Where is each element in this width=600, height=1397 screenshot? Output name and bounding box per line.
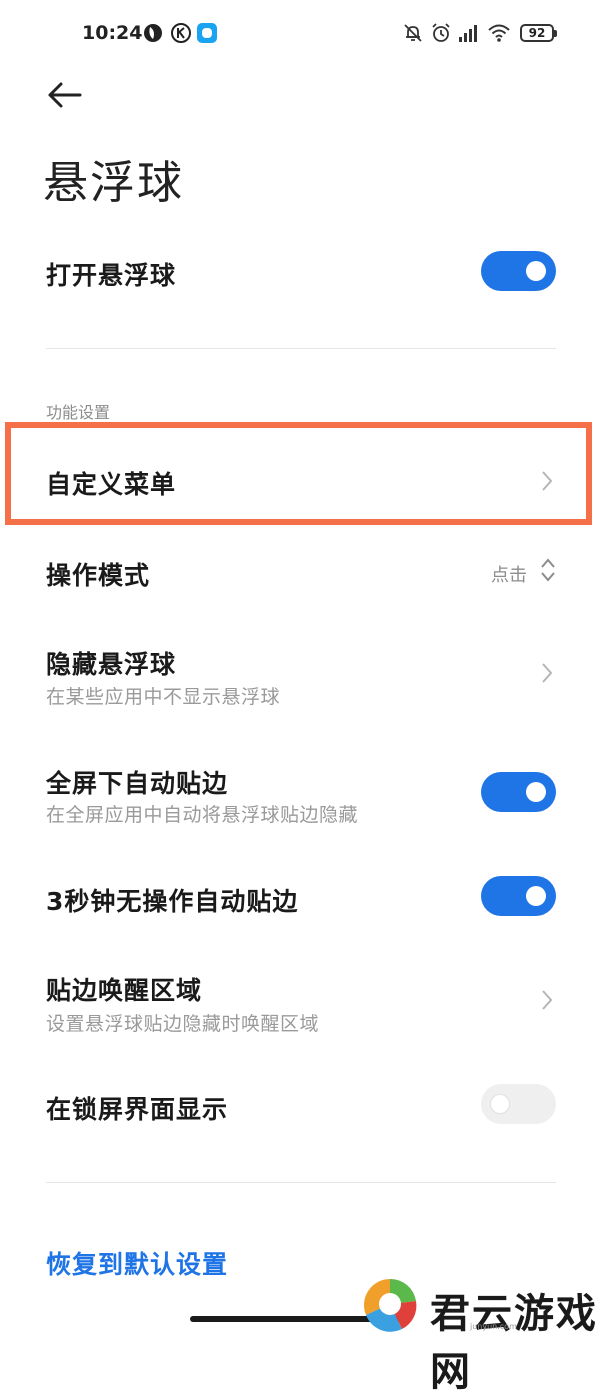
hide-ball-item[interactable]: 隐藏悬浮球 [46, 645, 176, 681]
status-time: 10:24 [82, 22, 143, 44]
battery-icon: 92 [520, 24, 557, 42]
message-app-icon [197, 23, 217, 43]
mute-bell-icon [404, 24, 422, 42]
wake-area-item[interactable]: 贴边唤醒区域 [46, 971, 202, 1007]
alarm-icon [432, 23, 450, 42]
divider [46, 348, 556, 349]
open-floating-ball-label: 打开悬浮球 [46, 261, 177, 290]
idle-edge-toggle[interactable] [481, 876, 556, 916]
hide-ball-subtitle: 在某些应用中不显示悬浮球 [46, 686, 281, 708]
watermark-subtext: junyun.com [470, 1322, 517, 1331]
k-app-icon [171, 23, 191, 43]
divider [46, 1182, 556, 1183]
watermark-text: 君云游戏网 [430, 1291, 598, 1395]
wake-area-subtitle: 设置悬浮球贴边隐藏时唤醒区域 [46, 1013, 320, 1035]
section-label: 功能设置 [46, 403, 111, 422]
wifi-icon [488, 24, 510, 42]
chevron-right-icon [542, 663, 553, 683]
back-arrow-icon[interactable] [44, 76, 88, 114]
idle-edge-label: 3秒钟无操作自动贴边 [46, 887, 299, 916]
lockscreen-toggle[interactable] [481, 1084, 556, 1124]
chevron-up-down-icon [541, 558, 555, 582]
open-floating-ball-toggle[interactable] [481, 251, 556, 291]
watermark-logo-icon [364, 1278, 417, 1332]
fullscreen-edge-subtitle: 在全屏应用中自动将悬浮球贴边隐藏 [46, 804, 359, 826]
custom-menu-item[interactable]: 自定义菜单 [46, 465, 176, 501]
lockscreen-label: 在锁屏界面显示 [46, 1095, 229, 1124]
chevron-right-icon [542, 990, 553, 1010]
restore-defaults-link[interactable]: 恢复到默认设置 [46, 1245, 228, 1281]
operation-mode-item[interactable]: 操作模式 [46, 556, 150, 592]
fullscreen-edge-toggle[interactable] [481, 772, 556, 812]
operation-mode-value[interactable]: 点击 [491, 561, 527, 587]
fullscreen-edge-label: 全屏下自动贴边 [46, 769, 229, 798]
signal-icon [459, 25, 477, 42]
page-title: 悬浮球 [43, 156, 185, 209]
moon-app-icon [144, 24, 162, 42]
chevron-right-icon [542, 471, 553, 491]
